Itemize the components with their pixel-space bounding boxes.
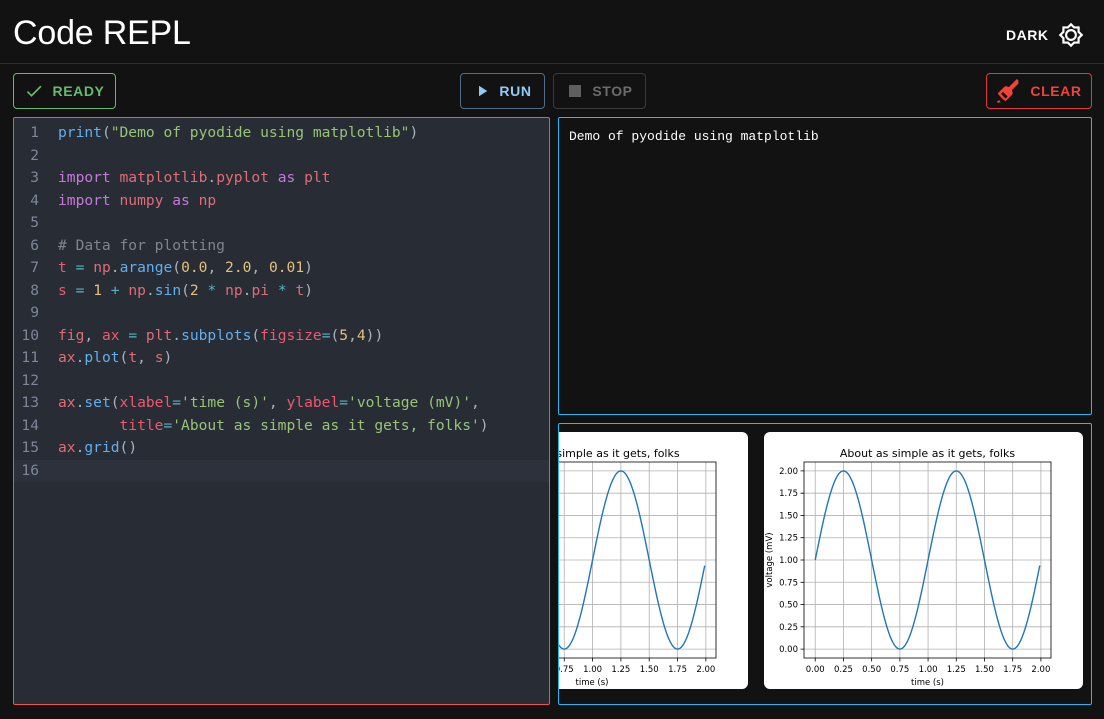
code-line-9[interactable]: 9 (14, 302, 549, 325)
code-text: t = np.arange(0.0, 2.0, 0.01) (58, 259, 313, 276)
plots-panel[interactable]: About as simple as it gets, folks 0.00 0.2… (558, 423, 1092, 705)
ready-status-button[interactable]: READY (13, 73, 116, 109)
code-line-5[interactable]: 5 (14, 212, 549, 235)
code-line-6[interactable]: 6 # Data for plotting (14, 235, 549, 258)
code-line-7[interactable]: 7 t = np.arange(0.0, 2.0, 0.01) (14, 257, 549, 280)
line-number: 11 (21, 349, 39, 366)
line-number: 5 (30, 214, 39, 231)
line-number: 14 (21, 416, 39, 434)
line-number: 7 (30, 259, 39, 276)
plot-card-1: About as simple as it gets, folks0.000.2… (558, 432, 748, 689)
y-tick-label: 1.00 (779, 556, 798, 566)
y-tick-label: 0.00 (779, 645, 798, 655)
code-line-10[interactable]: 10 fig, ax = plt.subplots(figsize=(5,4)) (14, 325, 549, 348)
app-title: Code REPL (13, 14, 191, 52)
y-tick-label: 2.00 (779, 467, 798, 477)
stop-button[interactable]: STOP (553, 73, 646, 109)
line-number: 9 (30, 304, 39, 321)
code-line-4[interactable]: 4 import numpy as np (14, 190, 549, 213)
code-text: ax.grid() (58, 439, 138, 456)
code-line-16[interactable]: 16 (14, 459, 549, 482)
check-icon (27, 85, 42, 97)
code-line-1[interactable]: 1 print("Demo of pyodide using matplotlib… (14, 122, 549, 145)
code-line-12[interactable]: 12 (14, 370, 549, 393)
brightness-icon (1058, 22, 1084, 48)
y-tick-label: 0.50 (779, 601, 798, 611)
code-line-13[interactable]: 13 ax.set(xlabel='time (s)', ylabel='volt… (14, 392, 549, 415)
code-line-15[interactable]: 15 ax.grid() (14, 437, 549, 460)
stop-label: STOP (592, 83, 633, 99)
plot-chart-2: About as simple as it gets, folks 0.00 0.2… (765, 447, 1052, 688)
run-button[interactable]: RUN (460, 73, 545, 109)
x-tick-label: 1.00 (919, 665, 938, 675)
output-text: Demo of pyodide using matplotlib (569, 129, 819, 144)
y-tick-label: 0.75 (779, 578, 798, 588)
x-tick-label: 1.75 (668, 665, 687, 675)
code-line-3[interactable]: 3 import matplotlib.pyplot as plt (14, 167, 549, 190)
code-text: ax.plot(t, s) (58, 349, 173, 366)
line-number: 12 (21, 371, 39, 389)
line-number: 2 (30, 146, 39, 164)
line-number: 10 (21, 326, 39, 344)
x-tick-label: 1.50 (975, 665, 994, 675)
y-tick-label: 0.25 (779, 623, 798, 633)
line-number: 6 (30, 236, 39, 254)
broom-icon (997, 78, 1019, 103)
y-tick-label: 1.25 (779, 534, 798, 544)
line-number: 15 (21, 439, 39, 456)
plot-title: About as simple as it gets, folks (558, 447, 680, 460)
theme-toggle-button[interactable] (1058, 22, 1084, 48)
code-line-2[interactable]: 2 (14, 145, 549, 168)
plot-chart-1: About as simple as it gets, folks0.000.2… (558, 447, 717, 688)
app-header: Code REPL DARK (0, 0, 1104, 64)
run-label: RUN (499, 83, 532, 99)
x-tick-label: 1.25 (947, 665, 966, 675)
x-axis-label: time (s) (576, 678, 609, 688)
code-text: ax.set(xlabel='time (s)', ylabel='voltag… (58, 394, 480, 411)
y-tick-label: 1.50 (779, 511, 798, 521)
code-text: import matplotlib.pyplot as plt (58, 169, 331, 186)
code-text: print("Demo of pyodide using matplotlib"… (58, 124, 419, 141)
stop-icon (569, 85, 582, 97)
line-number: 13 (21, 394, 39, 411)
x-tick-label: 2.00 (696, 665, 715, 675)
code-text: fig, ax = plt.subplots(figsize=(5,4)) (58, 326, 384, 344)
play-icon (479, 85, 488, 97)
x-tick-label: 0.75 (558, 665, 574, 675)
line-number: 8 (30, 281, 39, 299)
output-console[interactable]: Demo of pyodide using matplotlib (558, 117, 1092, 415)
x-tick-label: 2.00 (1031, 665, 1050, 675)
line-number: 16 (21, 461, 39, 479)
clear-label: CLEAR (1030, 83, 1082, 99)
line-number: 4 (30, 191, 39, 209)
x-axis-label: time (s) (911, 678, 944, 688)
code-line-8[interactable]: 8 s = 1 + np.sin(2 * np.pi * t) (14, 280, 549, 303)
code-lines: 1 print("Demo of pyodide using matplotlib… (14, 122, 549, 482)
code-line-14[interactable]: 14 title='About as simple as it gets, fo… (14, 415, 549, 438)
x-tick-label: 0.50 (862, 665, 881, 675)
x-tick-label: 0.25 (834, 665, 853, 675)
x-tick-label: 0.00 (806, 665, 825, 675)
code-editor[interactable]: 1 print("Demo of pyodide using matplotlib… (13, 117, 550, 705)
x-tick-label: 1.25 (611, 665, 630, 675)
line-number: 1 (30, 124, 39, 141)
plot-card-2: About as simple as it gets, folks 0.00 0.2… (764, 432, 1083, 689)
x-tick-label: 1.00 (583, 665, 602, 675)
line-number: 3 (30, 169, 39, 186)
x-tick-label: 1.50 (640, 665, 659, 675)
code-text: title='About as simple as it gets, folks… (119, 416, 489, 434)
y-tick-label: 1.75 (779, 489, 798, 499)
code-line-11[interactable]: 11 ax.plot(t, s) (14, 347, 549, 370)
ready-label: READY (52, 83, 105, 99)
x-tick-label: 0.75 (890, 665, 909, 675)
code-text: # Data for plotting (58, 236, 225, 254)
code-text: s = 1 + np.sin(2 * np.pi * t) (58, 281, 314, 299)
y-axis-label: voltage (mV) (765, 532, 775, 587)
plot-title: About as simple as it gets, folks (840, 447, 1015, 460)
code-text: import numpy as np (58, 191, 217, 209)
x-tick-label: 1.75 (1003, 665, 1022, 675)
clear-button[interactable]: CLEAR (986, 73, 1092, 109)
theme-mode-label: DARK (1006, 27, 1049, 43)
